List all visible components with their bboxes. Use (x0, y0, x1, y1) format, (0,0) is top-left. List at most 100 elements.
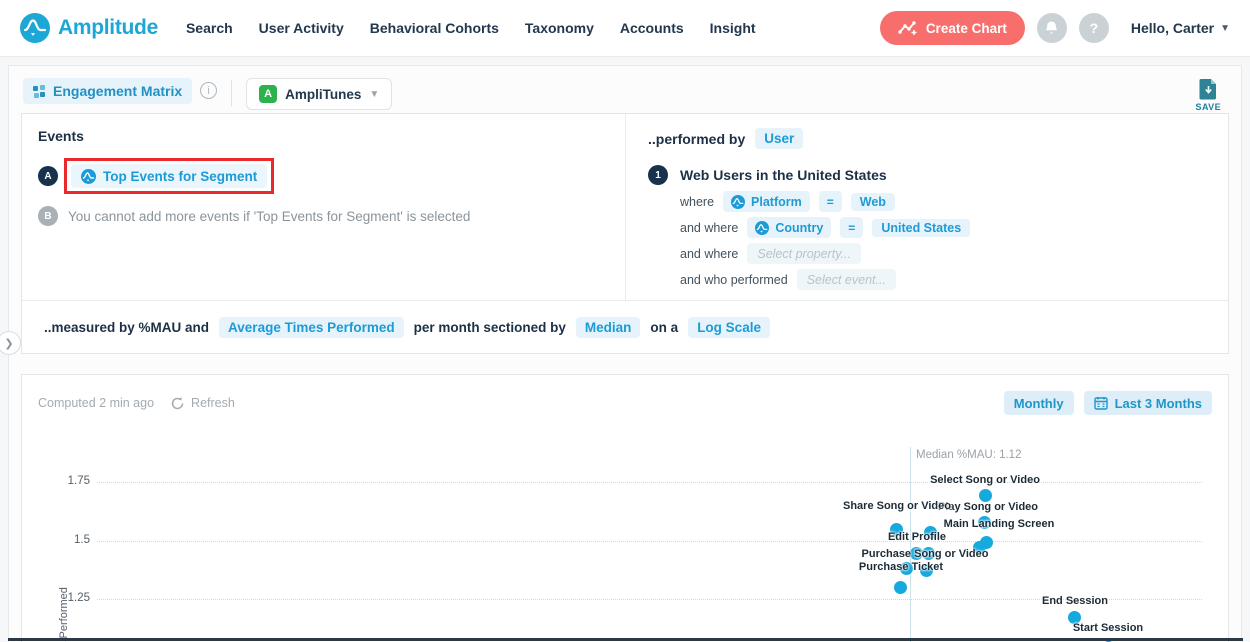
nav-item-taxonomy[interactable]: Taxonomy (525, 20, 594, 36)
condition-conjunction: and where (680, 221, 738, 235)
condition-placeholder-input[interactable]: Select property... (747, 243, 861, 264)
data-point-label: Edit Profile (888, 531, 946, 543)
data-point-select-song-or-video[interactable] (979, 489, 992, 502)
nav-item-user-activity[interactable]: User Activity (259, 20, 344, 36)
chevron-right-icon: ❯ (4, 337, 13, 350)
measured-by-text-3: on a (650, 320, 678, 335)
save-file-icon (1199, 78, 1218, 100)
amplitude-property-icon (731, 195, 745, 209)
condition-property-label: Platform (751, 195, 802, 209)
performed-by-label: ..performed by (648, 131, 745, 147)
topbar-right: Create Chart ? Hello, Carter ▼ (880, 11, 1230, 45)
nav-item-accounts[interactable]: Accounts (620, 20, 684, 36)
project-selector[interactable]: A AmpliTunes ▼ (246, 78, 392, 110)
scale-pill[interactable]: Log Scale (688, 317, 770, 338)
gridline-y-1.25 (97, 599, 1202, 600)
median-mau-line (910, 447, 911, 642)
workspace-panel: Engagement Matrix i A AmpliTunes ▼ SAVE (8, 65, 1242, 642)
matrix-icon (33, 85, 46, 98)
y-axis-label: s Performed (58, 587, 70, 642)
nav-item-behavioral-cohorts[interactable]: Behavioral Cohorts (370, 20, 499, 36)
help-button[interactable]: ? (1079, 13, 1109, 43)
amplitude-logo[interactable]: Amplitude (20, 13, 158, 43)
metric-pill[interactable]: Average Times Performed (219, 317, 404, 338)
collapse-panel-button[interactable]: ❯ (0, 331, 21, 355)
annotation-highlight-box: Top Events for Segment (64, 158, 274, 194)
data-point-label: Play Song or Video (938, 501, 1038, 513)
save-button[interactable]: SAVE (1196, 78, 1227, 112)
segment-condition-row: where Platform = Web (680, 191, 1206, 212)
project-name: AmpliTunes (285, 87, 361, 102)
chart-card: Computed 2 min ago Refresh Monthly (21, 374, 1229, 642)
chart-title-pill[interactable]: Engagement Matrix (23, 78, 192, 104)
events-section: Events A (22, 114, 626, 300)
segment-condition-row: and who performed Select event... (680, 269, 1206, 290)
segment-condition-row: and where Select property... (680, 243, 1206, 264)
scatter-plot: 1.751.51.25s PerformedMedian %MAU: 1.12S… (22, 375, 1230, 642)
measured-by-text-1: ..measured by %MAU and (44, 320, 209, 335)
nav-item-insight[interactable]: Insight (710, 20, 756, 36)
notifications-button[interactable] (1037, 13, 1067, 43)
project-badge: A (259, 85, 277, 103)
event-a-pill[interactable]: Top Events for Segment (71, 164, 267, 188)
data-point-purchase-ticket[interactable] (894, 581, 907, 594)
event-b-badge: B (38, 206, 58, 226)
condition-property-pill[interactable]: Platform (723, 191, 810, 212)
nav-item-search[interactable]: Search (186, 20, 233, 36)
chevron-down-icon: ▼ (1220, 23, 1230, 34)
event-a-label: Top Events for Segment (103, 169, 257, 184)
info-icon[interactable]: i (200, 82, 217, 99)
data-point-label: Main Landing Screen (944, 518, 1055, 530)
data-point-label: Start Session (1073, 622, 1143, 634)
y-axis-tick: 1.75 (44, 475, 90, 487)
measured-by-text-2: per month sectioned by (414, 320, 566, 335)
bell-icon (1044, 20, 1059, 36)
brand-name: Amplitude (58, 16, 158, 40)
condition-conjunction: and who performed (680, 273, 788, 287)
median-mau-label: Median %MAU: 1.12 (916, 449, 1021, 461)
query-top-sections: Events A (22, 114, 1228, 301)
top-navigation-bar: Amplitude Search User Activity Behavioral … (0, 0, 1250, 57)
data-point-label: Select Song or Video (930, 474, 1040, 486)
segment-badge: 1 (648, 165, 668, 185)
event-a-badge: A (38, 166, 58, 186)
condition-conjunction: and where (680, 247, 738, 261)
query-definition-card: Events A (21, 113, 1229, 354)
chart-toolbar: Engagement Matrix i A AmpliTunes ▼ SAVE (9, 66, 1241, 112)
segment-title: Web Users in the United States (680, 167, 887, 183)
data-point-label: Purchase Ticket (859, 561, 943, 573)
gridline-y-1.5 (97, 541, 1202, 542)
condition-property-pill[interactable]: Country (747, 217, 831, 238)
main-nav: Search User Activity Behavioral Cohorts Tax… (186, 20, 756, 36)
y-axis-tick: 1.5 (44, 534, 90, 546)
performed-by-subject[interactable]: User (755, 128, 803, 149)
condition-conjunction: where (680, 195, 714, 209)
user-menu[interactable]: Hello, Carter ▼ (1131, 20, 1230, 36)
amplitude-event-icon (81, 169, 96, 184)
toolbar-divider (231, 80, 232, 106)
create-chart-label: Create Chart (926, 21, 1007, 36)
performed-by-section: ..performed by User 1 Web Users in the U… (626, 114, 1228, 300)
greeting-label: Hello, Carter (1131, 20, 1214, 36)
condition-operator-pill[interactable]: = (840, 217, 863, 238)
create-chart-button[interactable]: Create Chart (880, 11, 1025, 45)
event-b-note: You cannot add more events if 'Top Event… (68, 209, 470, 224)
chart-line-icon (898, 20, 918, 36)
segment-conditions: where Platform = Web and where Country = United… (680, 191, 1206, 290)
condition-operator-pill[interactable]: = (819, 191, 842, 212)
measured-by-row: ..measured by %MAU and Average Times Per… (22, 301, 1228, 353)
amplitude-app: Amplitude Search User Activity Behavioral … (0, 0, 1250, 642)
condition-value-pill[interactable]: United States (872, 219, 970, 237)
amplitude-logo-icon (20, 13, 50, 43)
condition-placeholder-input[interactable]: Select event... (797, 269, 896, 290)
amplitude-property-icon (755, 221, 769, 235)
save-label: SAVE (1196, 102, 1221, 112)
events-title: Events (38, 128, 609, 144)
chart-title: Engagement Matrix (53, 83, 182, 99)
chevron-down-icon: ▼ (369, 89, 379, 100)
data-point-label: Purchase Song or Video (862, 548, 989, 560)
section-pill[interactable]: Median (576, 317, 641, 338)
data-point-label: Share Song or Video (843, 500, 951, 512)
condition-value-pill[interactable]: Web (851, 193, 895, 211)
data-point-label: End Session (1042, 595, 1108, 607)
